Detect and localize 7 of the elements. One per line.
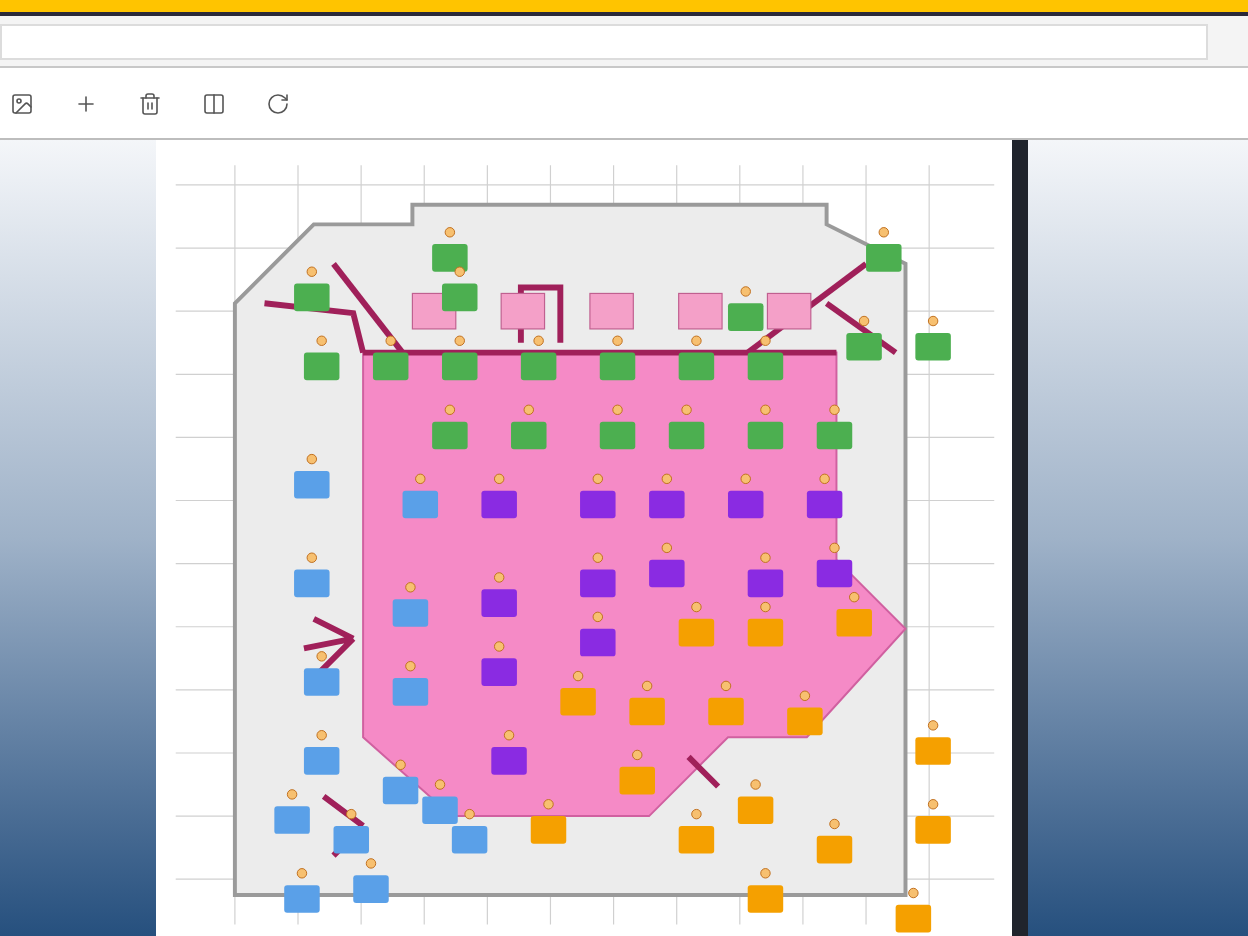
scroll-bar[interactable] xyxy=(1012,140,1028,936)
trash-icon xyxy=(138,91,162,115)
plus-icon xyxy=(74,91,98,115)
columns-icon xyxy=(202,91,226,115)
address-field[interactable] xyxy=(0,23,1208,59)
image-icon xyxy=(10,91,34,115)
refresh-icon xyxy=(266,91,290,115)
